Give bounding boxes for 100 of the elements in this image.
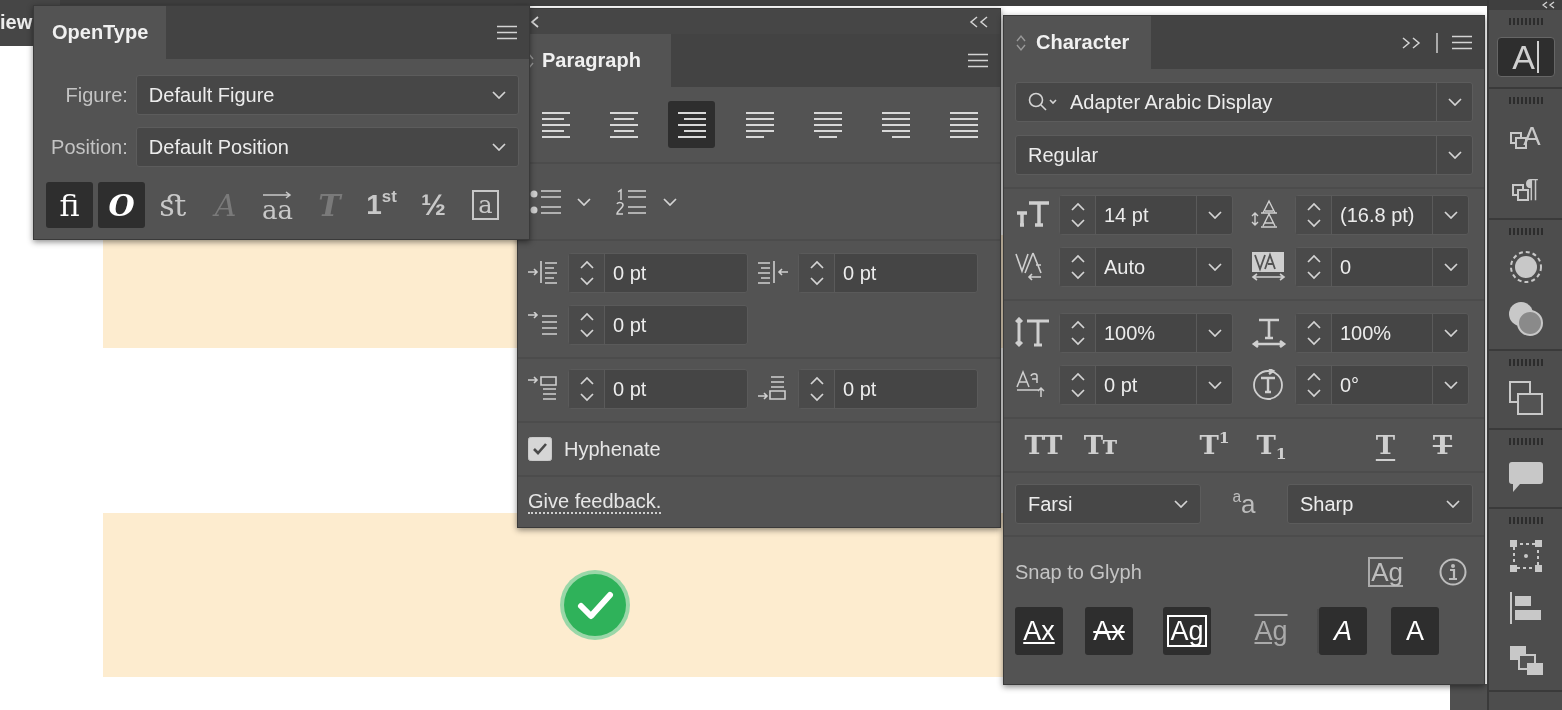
panel-tab[interactable]: OpenType [34,6,167,59]
stepper-arrows[interactable] [809,259,824,287]
expand-icon[interactable] [1402,36,1422,49]
panel-tab[interactable]: Character [1004,16,1151,69]
snap-option-button[interactable]: Ax [1015,607,1063,655]
snap-option-button[interactable]: A [1319,607,1367,655]
number-field[interactable]: 0 pt [568,253,748,293]
font-family-dropdown[interactable]: Adapter Arabic Display [1015,82,1473,122]
number-field[interactable]: 0 [1295,247,1469,287]
chevron-down-icon[interactable] [1207,211,1222,219]
stepper-arrows[interactable] [579,259,594,287]
info-icon[interactable] [1439,558,1467,586]
type-style-button[interactable]: TT [1024,430,1063,460]
font-style-dropdown[interactable]: Regular [1015,135,1473,175]
number-field[interactable]: 0 pt [568,305,748,345]
chevron-down-icon[interactable] [1443,211,1458,219]
feature-button[interactable]: ﬁ [46,182,93,228]
chevron-down-icon[interactable] [492,143,506,151]
antialiasing-dropdown[interactable]: Sharp [1287,484,1473,524]
feature-button[interactable]: a [462,182,509,228]
chevron-down-icon[interactable] [1446,500,1460,508]
stepper-arrows[interactable] [1306,371,1321,399]
snap-option-button[interactable]: Ax [1085,607,1133,655]
stepper-arrows[interactable] [1306,201,1321,229]
type-style-button[interactable]: T [1375,430,1396,460]
stepper-arrows[interactable] [809,375,824,403]
grip-handle[interactable] [1508,517,1543,524]
stepper-arrows[interactable] [1306,319,1321,347]
feature-button[interactable]: ﬆ [150,182,197,228]
feature-button[interactable]: ½ [410,182,457,228]
overlapping-squares-icon[interactable] [1507,380,1544,416]
number-field[interactable]: 100% [1059,313,1233,353]
dropdown[interactable]: Default Position [135,127,519,167]
type-style-button[interactable]: T$_{1}$ [1256,430,1287,460]
arrange-icon[interactable] [1508,645,1543,675]
type-style-button[interactable]: Tᴛ [1083,430,1118,460]
stepper-arrows[interactable] [579,375,594,403]
stepper-arrows[interactable] [1070,371,1085,399]
transform-icon[interactable] [1508,539,1543,573]
checkbox[interactable] [528,437,552,461]
feature-button[interactable]: aa [254,182,301,228]
dashed-circle-icon[interactable] [1508,250,1543,284]
justify-all-icon [950,110,979,139]
number-field[interactable]: 0 pt [1059,365,1233,405]
paragraph-styles-tool[interactable]: ¶ [1512,175,1539,201]
chevron-down-icon[interactable] [1207,263,1222,271]
chevron-down-icon[interactable] [576,197,592,206]
feature-button[interactable]: O [98,182,145,228]
stepper-arrows[interactable] [1070,319,1085,347]
dropdown[interactable]: Default Figure [135,75,519,115]
grip-handle[interactable] [1508,97,1543,104]
number-field[interactable]: 0 pt [798,253,978,293]
feature-button[interactable]: 1$^{st}$ [358,182,405,228]
menu-icon[interactable] [497,25,517,40]
type-style-button[interactable]: T [1432,430,1453,460]
grip-handle[interactable] [1508,228,1543,235]
number-field[interactable]: 100% [1295,313,1469,353]
numbered-list-icon[interactable] [616,187,648,216]
chevron-down-icon[interactable] [1447,151,1462,159]
chevron-down-icon[interactable] [1443,381,1458,389]
number-field[interactable]: 0 pt [568,369,748,409]
bulleted-list-icon[interactable] [530,188,562,215]
collapse-icon[interactable] [968,15,990,28]
snap-glyph-button[interactable]: Ag [1368,557,1403,587]
chevron-down-icon[interactable] [1174,500,1188,508]
alignment-button[interactable] [668,101,716,148]
number-field[interactable]: 0 pt [798,369,978,409]
stepper-arrows[interactable] [1070,253,1085,281]
grip-handle[interactable] [1508,18,1543,25]
snap-option-button[interactable]: A [1391,607,1439,655]
chevron-down-icon[interactable] [1447,98,1462,106]
number-field[interactable]: 0° [1295,365,1469,405]
grip-handle[interactable] [1508,359,1543,366]
grip-handle[interactable] [1508,438,1543,445]
number-field[interactable]: 14 pt [1059,195,1233,235]
chevron-down-icon[interactable] [662,197,678,206]
chevron-down-icon[interactable] [1207,329,1222,337]
stepper-arrows[interactable] [1306,253,1321,281]
overlapping-circles-icon[interactable] [1507,301,1544,337]
type-style-button[interactable]: T$^{1}$ [1199,430,1230,460]
speech-bubble-icon[interactable] [1507,460,1544,494]
chevron-down-icon[interactable] [1443,329,1458,337]
language-dropdown[interactable]: Farsi [1015,484,1201,524]
number-field[interactable]: (16.8 pt) [1295,195,1469,235]
feedback-link[interactable]: Give feedback. [528,490,662,514]
chevron-down-icon[interactable] [492,91,506,99]
snap-option-button[interactable]: Ag [1163,607,1211,655]
horizontal-scale-icon [1251,317,1287,349]
menu-icon[interactable] [968,53,988,68]
stepper-arrows[interactable] [1070,201,1085,229]
checkbox-label: Hyphenate [564,437,661,461]
chevron-down-icon[interactable] [1443,263,1458,271]
stepper-arrows[interactable] [579,311,594,339]
menu-icon[interactable] [1452,35,1472,50]
search-icon[interactable] [1028,92,1058,112]
number-field[interactable]: Auto [1059,247,1233,287]
align-icon[interactable] [1508,591,1543,625]
close-icon[interactable] [530,15,540,28]
chevron-down-icon[interactable] [1207,381,1222,389]
collapse-icon[interactable] [1542,1,1556,9]
